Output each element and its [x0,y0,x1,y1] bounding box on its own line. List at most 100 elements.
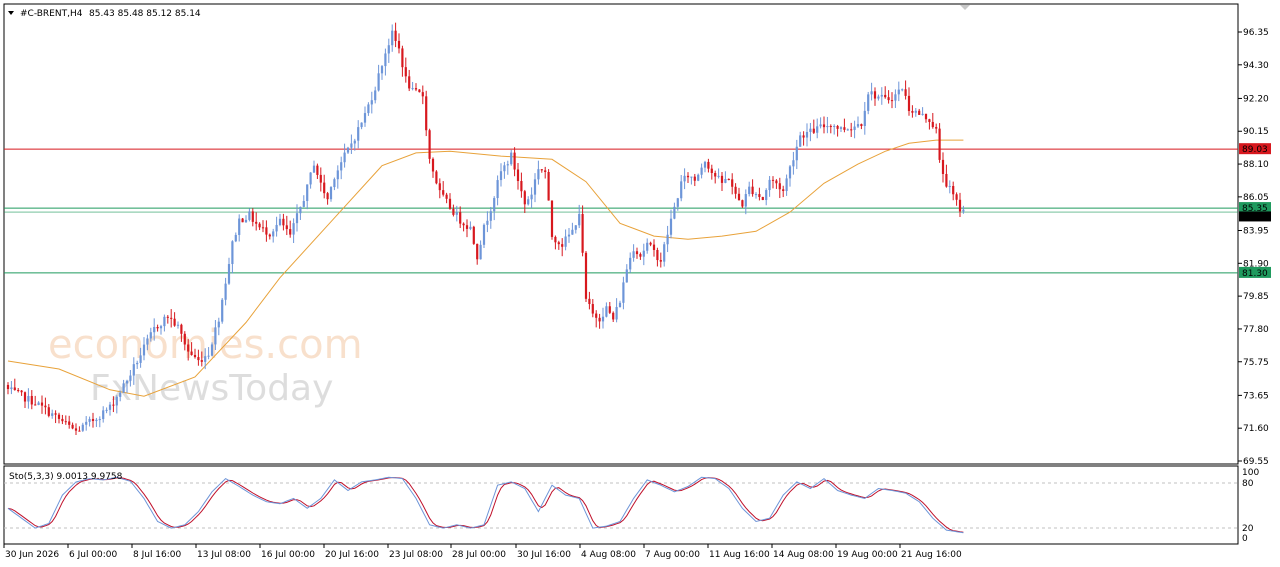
candle-body [394,30,397,41]
x-tick-label: 11 Aug 16:00 [709,550,770,560]
candle-body [241,218,244,223]
candle-body [510,152,513,165]
candle-body [125,380,129,384]
y-tick-label: 79.85 [1243,292,1269,302]
candle-body [955,194,958,200]
candle-body [489,211,492,221]
candle-body [788,166,792,179]
candle-body [255,221,258,224]
candle-body [659,260,662,262]
candle-body [312,165,316,173]
chart-header: #C-BRENT,H4 85.43 85.48 85.12 85.14 [8,9,201,19]
candle-body [612,312,615,320]
candle-body [693,176,696,181]
candle-body [258,223,261,228]
candle-body [40,402,44,406]
candle-body [571,229,574,235]
candle-body [826,126,829,128]
stochastic-panel[interactable] [3,465,1239,545]
candle-body [333,179,336,188]
candle-body [669,218,673,235]
candle-body [819,124,822,127]
candle-body [268,234,271,237]
candle-body [527,199,530,205]
candle-body [234,234,237,242]
candle-body [360,122,363,128]
candle-body [37,402,40,405]
candle-body [17,390,20,392]
candle-body [115,396,118,406]
candle-body [316,165,319,175]
candle-body [20,390,23,393]
candle-body [340,162,343,171]
candle-body [550,200,554,237]
candle-body [809,128,812,132]
candle-body [139,355,142,363]
x-tick-label: 7 Aug 00:00 [645,550,700,560]
candle-body [105,409,108,411]
candle-body [581,214,584,253]
candle-body [516,169,520,182]
candle-body [945,173,948,187]
candle-body [445,194,448,199]
candle-body [690,176,693,178]
candle-body [642,250,645,257]
y-tick-label: 77.80 [1243,325,1269,335]
candle-body [887,97,890,101]
candle-body [74,428,78,431]
candle-body [850,129,853,131]
candle-body [683,175,686,182]
candle-body [197,357,200,361]
candle-body [292,223,295,235]
candle-body [214,327,217,345]
candle-body [34,404,37,406]
candle-body [635,251,639,255]
candle-body [802,135,805,138]
candle-body [193,354,197,358]
candle-body [584,252,588,299]
candle-body [374,90,377,101]
candle-body [921,113,924,115]
stochastic-panel-frame [3,465,1239,545]
candle-body [863,110,866,127]
candle-body [615,307,618,320]
candle-body [54,413,57,415]
candle-body [285,225,288,230]
candle-body [768,179,771,191]
candle-body [302,201,305,207]
candle-body [482,224,486,245]
candle-body [122,383,125,393]
candle-body [411,88,414,90]
candle-body [227,264,231,284]
candle-body [622,282,625,303]
candle-body [812,128,815,133]
candle-body [714,173,717,177]
candle-body [873,91,877,99]
candle-body [523,191,526,205]
candle-body [805,131,809,138]
candle-body [462,223,465,226]
x-tick-label: 20 Jul 16:00 [325,550,379,560]
candle-body [248,211,251,220]
x-tick-label: 4 Aug 08:00 [581,550,636,560]
x-tick-label: 23 Jul 08:00 [389,550,443,560]
candle-body [656,249,659,261]
candle-body [95,419,98,422]
stochastic-label: Sto(5,3,3) 9.0013 9.9758 [9,472,123,482]
candle-body [775,180,778,184]
candle-body [323,182,326,194]
candle-body [278,218,282,225]
candle-body [856,124,860,127]
candle-body [686,175,690,178]
candle-body [78,430,81,432]
candle-body [384,53,387,67]
candle-body [710,168,713,174]
candle-body [727,178,730,180]
candle-body [911,111,914,113]
candle-body [102,410,105,420]
candle-body [190,351,193,355]
candle-body [792,160,795,167]
candle-body [23,392,27,402]
candle-body [88,418,91,422]
candle-body [846,129,849,131]
